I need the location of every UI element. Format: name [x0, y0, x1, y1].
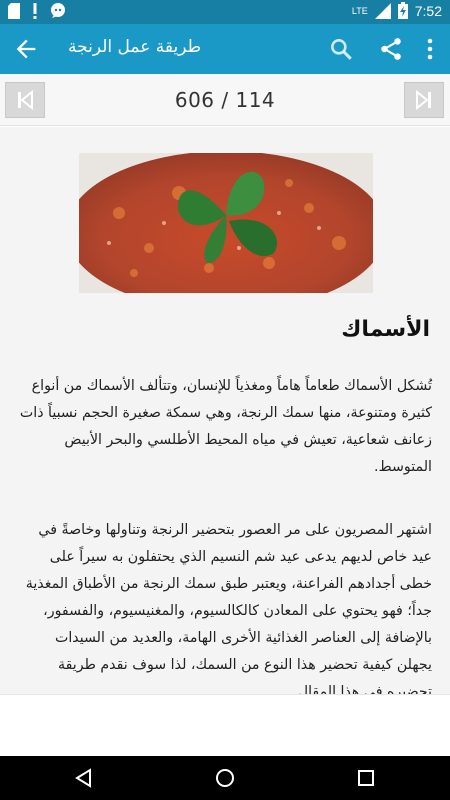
chat-bubble-icon [51, 3, 65, 18]
article-heading: الأسماك [341, 317, 430, 342]
share-icon[interactable] [378, 36, 404, 62]
page-counter: 606 / 114 [174, 88, 276, 112]
app-title: طريقة عمل الرنجة [68, 37, 202, 57]
app-bar: طريقة عمل الرنجة [0, 24, 450, 74]
nav-recents-icon[interactable] [354, 766, 378, 790]
article-content: الأسماك تُشكل الأسماك طعاماً هاماً ومغذي… [0, 127, 450, 694]
next-page-button[interactable] [404, 82, 444, 118]
nav-home-icon[interactable] [213, 766, 237, 790]
more-vert-icon[interactable] [420, 36, 440, 62]
skip-next-icon [416, 89, 431, 111]
nav-back-icon[interactable] [72, 766, 96, 790]
back-arrow-icon[interactable] [12, 35, 40, 63]
network-label: LTE [351, 5, 368, 16]
status-time: 7:52 [414, 2, 442, 19]
herring-dish-image [79, 153, 373, 293]
system-nav-bar [0, 756, 450, 800]
battery-charging-icon [397, 2, 408, 19]
search-icon[interactable] [328, 36, 354, 62]
sim-card-icon [8, 3, 20, 19]
signal-icon [374, 2, 391, 19]
article-paragraph-1: تُشكل الأسماك طعاماً هاماً ومغذياً للإنس… [19, 378, 432, 475]
ad-banner-area [0, 694, 450, 756]
page-navigator: 606 / 114 [0, 74, 450, 126]
alert-icon [33, 3, 37, 19]
article-paragraph-2: اشتهر المصريون على مر العصور بتحضير الرن… [25, 522, 432, 694]
status-bar: LTE 7:52 [0, 0, 450, 24]
